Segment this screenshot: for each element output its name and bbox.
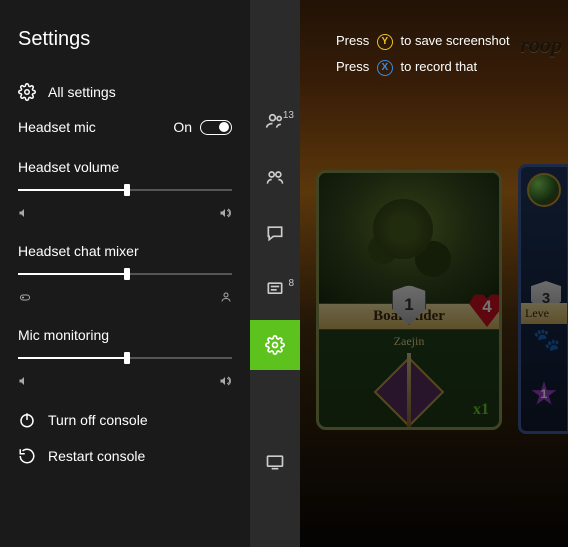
headset-volume-slider[interactable] [18, 189, 232, 191]
capture-overlay: Press Y to save screenshot Press X to re… [336, 28, 510, 80]
turn-off-console-row[interactable]: Turn off console [18, 411, 232, 429]
x-button-icon: X [377, 60, 393, 76]
guide-nav-rail: 13 8 [250, 0, 300, 547]
headset-mic-state: On [173, 119, 192, 135]
volume-high-icon [218, 375, 232, 387]
volume-high-icon [218, 207, 232, 219]
mic-monitoring-label: Mic monitoring [18, 327, 232, 343]
nav-friends-badge: 13 [283, 110, 294, 121]
headset-volume-block: Headset volume [18, 159, 232, 219]
nav-notifications[interactable]: 8 [250, 264, 300, 314]
record-that-tip: Press X to record that [336, 54, 510, 80]
y-button-icon: Y [377, 34, 393, 50]
chat-mixer-slider[interactable] [18, 273, 232, 275]
restart-label: Restart console [48, 448, 145, 464]
all-settings-row[interactable]: All settings [18, 83, 232, 101]
person-icon [220, 291, 232, 303]
restart-icon [18, 447, 36, 465]
gear-icon [18, 83, 36, 101]
nav-party[interactable] [250, 152, 300, 202]
volume-low-icon [18, 207, 30, 219]
headset-mic-label: Headset mic [18, 119, 96, 135]
volume-low-icon [18, 375, 30, 387]
headset-mic-row: Headset mic On [18, 119, 232, 135]
chat-mixer-block: Headset chat mixer [18, 243, 232, 303]
game-background: roop 1 4 Boar Rider Zaejin x1 3 Leve 🐾 1… [300, 0, 568, 547]
controller-icon [18, 291, 32, 303]
headset-volume-label: Headset volume [18, 159, 232, 175]
save-screenshot-tip: Press Y to save screenshot [336, 28, 510, 54]
nav-friends[interactable]: 13 [250, 96, 300, 146]
nav-messages[interactable] [250, 208, 300, 258]
nav-settings[interactable] [250, 320, 300, 370]
headset-mic-toggle[interactable] [200, 120, 232, 135]
settings-panel: Settings All settings Headset mic On Hea… [0, 0, 250, 547]
turn-off-label: Turn off console [48, 412, 148, 428]
power-icon [18, 411, 36, 429]
chat-mixer-label: Headset chat mixer [18, 243, 232, 259]
nav-tv[interactable] [250, 437, 300, 487]
settings-title: Settings [18, 28, 232, 51]
nav-notifications-badge: 8 [288, 278, 294, 289]
mic-monitoring-block: Mic monitoring [18, 327, 232, 387]
all-settings-label: All settings [48, 84, 116, 100]
mic-monitoring-slider[interactable] [18, 357, 232, 359]
restart-console-row[interactable]: Restart console [18, 447, 232, 465]
